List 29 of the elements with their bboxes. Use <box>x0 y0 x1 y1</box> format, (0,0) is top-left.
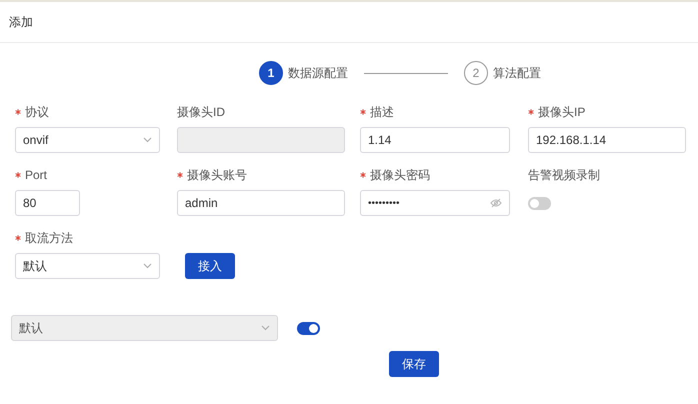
text-field[interactable]: 1.14 <box>360 127 510 153</box>
toggle-switch[interactable] <box>528 196 551 210</box>
step-label: 数据源配置 <box>288 64 348 82</box>
page-title: 添加 <box>9 14 33 30</box>
text-field[interactable]: 192.168.1.14 <box>528 127 686 153</box>
field-label: 摄像头密码 <box>370 166 430 184</box>
field-label: 摄像头ID <box>177 104 225 120</box>
step-number: 1 <box>259 61 283 85</box>
field-label: 告警视频录制 <box>528 166 600 184</box>
chevron-down-icon <box>261 325 270 331</box>
eye-off-icon[interactable] <box>490 198 502 208</box>
connect-button[interactable]: 接入 <box>185 253 235 279</box>
save-button[interactable]: 保存 <box>389 351 439 377</box>
password-field[interactable]: ••••••••• <box>360 190 510 216</box>
field-label: 协议 <box>25 104 49 120</box>
toggle-switch[interactable] <box>297 322 320 334</box>
chevron-down-icon <box>143 263 152 269</box>
select-field[interactable]: 默认 <box>15 253 160 279</box>
step-label: 算法配置 <box>493 64 541 82</box>
text-field[interactable]: admin <box>177 190 345 216</box>
select-field[interactable]: onvif <box>15 127 160 153</box>
step-number: 2 <box>464 61 488 85</box>
field-label: 摄像头账号 <box>187 166 247 184</box>
text-field[interactable]: 80 <box>15 190 80 216</box>
field-label: 摄像头IP <box>538 104 586 120</box>
field-label: 描述 <box>370 104 394 120</box>
field-label: Port <box>25 168 48 182</box>
field-label: 取流方法 <box>25 230 73 246</box>
chevron-down-icon <box>143 137 152 143</box>
